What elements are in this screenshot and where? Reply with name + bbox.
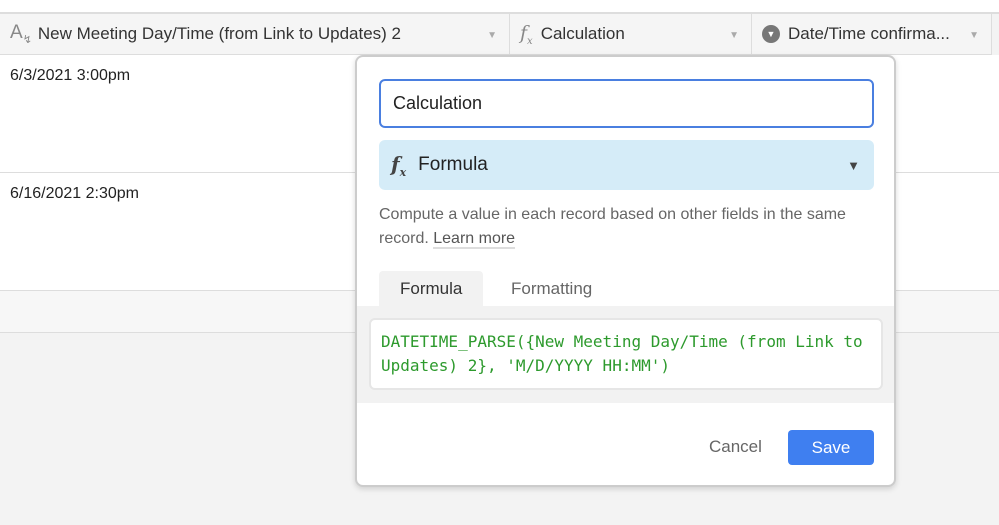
field-type-select[interactable]: fx Formula ▼ <box>379 140 874 190</box>
top-bar <box>0 0 999 14</box>
field-name-input[interactable] <box>379 79 874 128</box>
chevron-down-icon: ▼ <box>847 158 860 173</box>
formula-icon: fx <box>391 151 407 179</box>
column-label: Calculation <box>540 24 625 43</box>
tab-formula[interactable]: Formula <box>379 271 484 306</box>
tab-formatting[interactable]: Formatting <box>490 271 613 306</box>
formula-editor[interactable]: DATETIME_PARSE({New Meeting Day/Time (fr… <box>369 318 883 390</box>
field-type-label: Formula <box>418 154 488 175</box>
cell-value: 6/16/2021 2:30pm <box>10 185 139 202</box>
field-config-dialog: fx Formula ▼ Compute a value in each rec… <box>355 55 896 487</box>
column-header-calculation[interactable]: fx Calculation ▼ <box>510 14 752 55</box>
single-select-icon: ▼ <box>762 25 780 43</box>
column-label: Date/Time confirma... <box>788 24 950 43</box>
formula-icon: fx <box>520 21 533 47</box>
chevron-down-icon[interactable]: ▼ <box>969 30 979 41</box>
chevron-down-icon[interactable]: ▼ <box>729 30 739 41</box>
text-lookup-icon: A↯ <box>10 22 32 46</box>
column-header-new-meeting[interactable]: A↯ New Meeting Day/Time (from Link to Up… <box>0 14 510 55</box>
field-description: Compute a value in each record based on … <box>379 203 879 251</box>
cancel-button[interactable]: Cancel <box>709 437 762 457</box>
save-button[interactable]: Save <box>788 430 874 465</box>
column-header-date-time[interactable]: ▼ Date/Time confirma... ▼ <box>752 14 992 55</box>
column-label: New Meeting Day/Time (from Link to Updat… <box>37 24 402 43</box>
formula-panel: DATETIME_PARSE({New Meeting Day/Time (fr… <box>357 306 894 403</box>
chevron-down-icon[interactable]: ▼ <box>487 30 497 41</box>
learn-more-link[interactable]: Learn more <box>433 230 516 249</box>
cell-value: 6/3/2021 3:00pm <box>10 67 131 84</box>
